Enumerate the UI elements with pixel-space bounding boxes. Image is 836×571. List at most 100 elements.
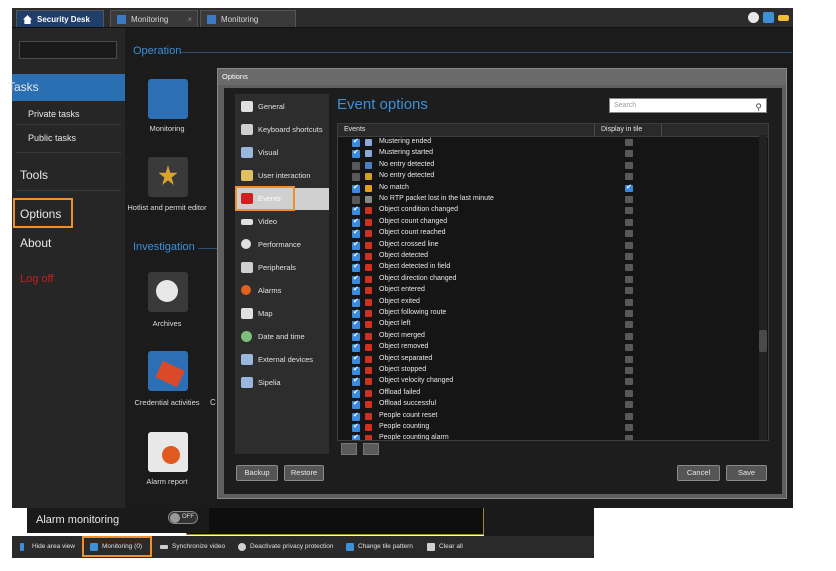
task-hotlist-label[interactable]: Hotlist and permit editor	[127, 203, 207, 212]
task-archives-label[interactable]: Archives	[127, 319, 207, 328]
display-in-tile-checkbox[interactable]	[625, 183, 633, 192]
tab-monitoring-2[interactable]: Monitoring	[200, 10, 296, 27]
nav-item-keyboard-shortcuts[interactable]: Keyboard shortcuts	[235, 119, 329, 141]
nav-item-external-devices[interactable]: External devices	[235, 349, 329, 371]
event-search-input[interactable]: Search ⚲	[609, 98, 767, 113]
display-in-tile-checkbox[interactable]	[625, 287, 633, 295]
search-icon[interactable]: ⚲	[755, 100, 762, 114]
event-enabled-checkbox[interactable]	[352, 251, 360, 261]
display-in-tile-checkbox[interactable]	[625, 401, 633, 409]
nav-item-sipelia[interactable]: Sipelia	[235, 372, 329, 394]
sidebar-item-private-tasks[interactable]: Private tasks	[12, 109, 141, 119]
alarm-monitoring-toggle[interactable]: OFF	[168, 511, 198, 524]
event-enabled-checkbox[interactable]	[352, 173, 360, 182]
event-row[interactable]: Object velocity changed	[338, 376, 758, 388]
display-in-tile-checkbox[interactable]	[625, 435, 633, 440]
display-in-tile-checkbox[interactable]	[625, 264, 633, 272]
nav-item-performance[interactable]: Performance	[235, 234, 329, 256]
event-row[interactable]: Object count changed	[338, 217, 758, 229]
monitoring-count-button[interactable]: Monitoring (0)	[90, 540, 142, 554]
event-enabled-checkbox[interactable]	[352, 376, 360, 387]
display-in-tile-checkbox[interactable]	[625, 344, 633, 352]
monitoring-icon[interactable]	[148, 79, 188, 119]
display-in-tile-checkbox[interactable]	[625, 389, 633, 397]
notification-icon[interactable]	[763, 12, 774, 23]
nav-item-date-and-time[interactable]: Date and time	[235, 326, 329, 348]
event-row[interactable]: Object detected in field	[338, 262, 758, 274]
nav-item-visual[interactable]: Visual	[235, 142, 329, 164]
deactivate-privacy-button[interactable]: Deactivate privacy protection	[238, 540, 333, 554]
display-in-tile-checkbox[interactable]	[625, 139, 633, 146]
scrollbar-thumb[interactable]	[759, 330, 767, 352]
display-in-tile-checkbox[interactable]	[625, 275, 633, 283]
event-row[interactable]: Object count reached	[338, 228, 758, 240]
event-enabled-checkbox[interactable]	[352, 228, 360, 239]
event-row[interactable]: Object direction changed	[338, 274, 758, 286]
event-row[interactable]: People counting	[338, 422, 758, 434]
sidebar-item-tools[interactable]: Tools	[12, 168, 133, 182]
event-enabled-checkbox[interactable]	[352, 240, 360, 250]
event-enabled-checkbox[interactable]	[352, 342, 360, 353]
event-row[interactable]: Mustering ended	[338, 137, 758, 149]
event-row[interactable]: Object separated	[338, 354, 758, 366]
credential-icon[interactable]	[148, 351, 188, 391]
badge-icon[interactable]	[148, 157, 188, 197]
display-in-tile-checkbox[interactable]	[625, 321, 633, 329]
synchronize-video-button[interactable]: Synchronize video	[160, 540, 225, 554]
task-alarm-report-label[interactable]: Alarm report	[127, 477, 207, 486]
change-tile-pattern-button[interactable]: Change tile pattern	[346, 540, 413, 554]
event-enabled-checkbox[interactable]	[352, 354, 360, 364]
event-row[interactable]: No match	[338, 183, 758, 195]
display-in-tile-checkbox[interactable]	[625, 173, 633, 181]
display-in-tile-checkbox[interactable]	[625, 332, 633, 340]
display-in-tile-checkbox[interactable]	[625, 424, 633, 431]
close-icon[interactable]: ×	[187, 11, 192, 28]
event-enabled-checkbox[interactable]	[352, 262, 360, 273]
event-enabled-checkbox[interactable]	[352, 433, 360, 440]
event-enabled-checkbox[interactable]	[352, 285, 360, 296]
event-enabled-checkbox[interactable]	[352, 183, 360, 193]
nav-item-peripherals[interactable]: Peripherals	[235, 257, 329, 279]
task-credential-label[interactable]: Credential activities	[127, 398, 207, 407]
event-enabled-checkbox[interactable]	[352, 297, 360, 307]
event-enabled-checkbox[interactable]	[352, 388, 360, 398]
event-row[interactable]: Object exited	[338, 297, 758, 309]
event-row[interactable]: Object removed	[338, 342, 758, 354]
nav-item-map[interactable]: Map	[235, 303, 329, 325]
save-button[interactable]: Save	[726, 465, 767, 481]
display-in-tile-checkbox[interactable]	[625, 310, 633, 317]
sidebar-search-box[interactable]	[19, 41, 117, 59]
key-icon[interactable]	[778, 15, 789, 21]
nav-item-user-interaction[interactable]: User interaction	[235, 165, 329, 187]
event-row[interactable]: People count reset	[338, 411, 758, 423]
event-row[interactable]: Object merged	[338, 331, 758, 343]
expand-all-button[interactable]	[341, 443, 357, 455]
settings-icon[interactable]	[748, 12, 759, 23]
collapse-all-button[interactable]	[363, 443, 379, 455]
sidebar-item-log-off[interactable]: Log off	[12, 273, 133, 285]
event-enabled-checkbox[interactable]	[352, 205, 360, 216]
column-separator[interactable]	[661, 124, 662, 136]
tab-monitoring-1[interactable]: Monitoring ×	[110, 10, 198, 27]
event-enabled-checkbox[interactable]	[352, 399, 360, 410]
task-monitoring-label[interactable]: Monitoring	[127, 124, 207, 133]
display-in-tile-checkbox[interactable]	[625, 161, 633, 169]
event-row[interactable]: Offload failed	[338, 388, 758, 400]
clear-all-button[interactable]: Clear all	[427, 540, 463, 554]
event-enabled-checkbox[interactable]	[352, 411, 360, 421]
event-row[interactable]: Object following route	[338, 308, 758, 320]
event-enabled-checkbox[interactable]	[352, 161, 360, 170]
event-row[interactable]: Object detected	[338, 251, 758, 263]
sidebar-item-options[interactable]: Options	[12, 207, 133, 221]
event-enabled-checkbox[interactable]	[352, 196, 360, 204]
event-enabled-checkbox[interactable]	[352, 148, 360, 159]
display-in-tile-checkbox[interactable]	[625, 412, 633, 420]
events-scrollbar[interactable]	[759, 135, 767, 440]
backup-button[interactable]: Backup	[236, 465, 278, 481]
nav-item-alarms[interactable]: Alarms	[235, 280, 329, 302]
event-enabled-checkbox[interactable]	[352, 331, 360, 341]
event-row[interactable]: People counting alarm	[338, 433, 758, 440]
event-row[interactable]: No entry detected	[338, 160, 758, 172]
event-row[interactable]: Object condition changed	[338, 205, 758, 217]
column-separator[interactable]	[594, 124, 595, 136]
